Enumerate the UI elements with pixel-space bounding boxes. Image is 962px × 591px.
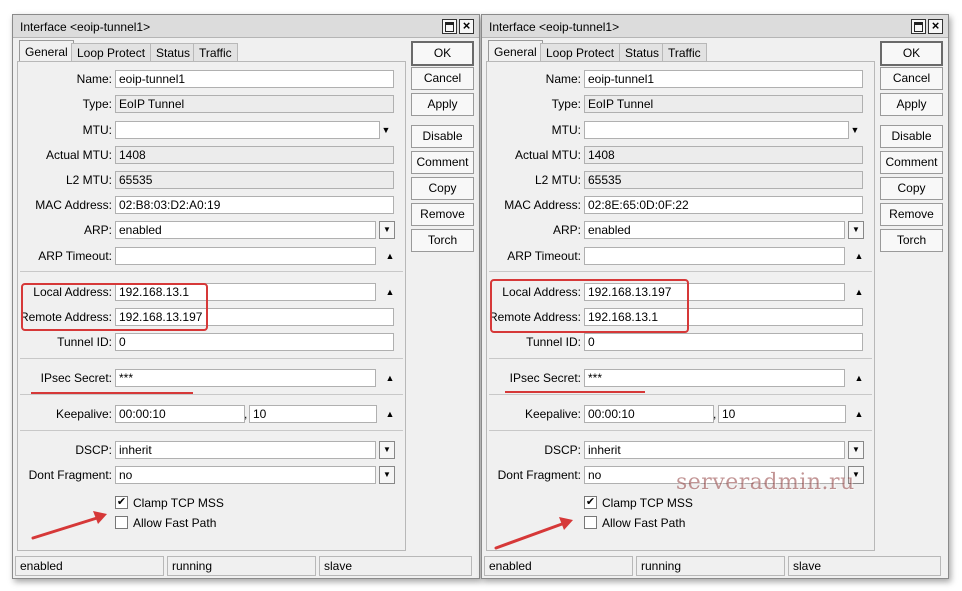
watermark-text: serveradmin.ru (676, 470, 855, 495)
interface-window-left: Interface <eoip-tunnel1> × General Loop Pro… (12, 14, 480, 579)
fast-path-arrow (31, 511, 107, 540)
